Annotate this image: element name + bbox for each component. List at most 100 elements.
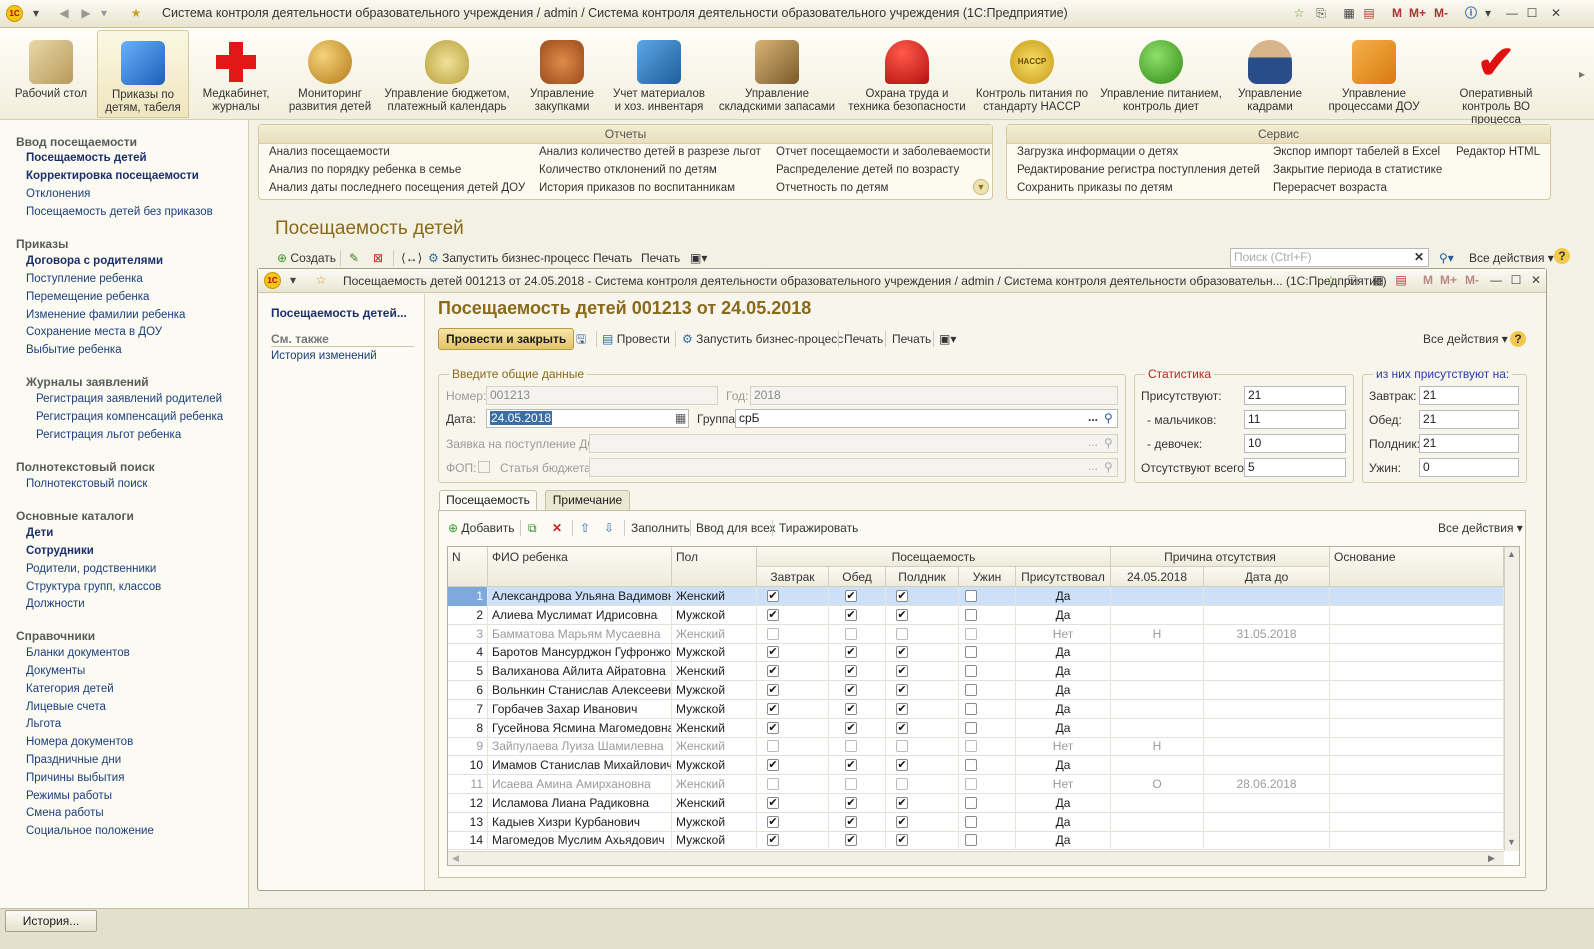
scroll-left-icon[interactable]: ◀ <box>452 853 459 864</box>
table-checkbox[interactable]: ✔ <box>896 796 908 809</box>
table-checkbox[interactable]: ✔ <box>845 590 857 602</box>
request-field[interactable] <box>589 434 1118 453</box>
replicate-button[interactable]: Тиражировать <box>779 518 858 538</box>
scroll-up-icon[interactable]: ▲ <box>1507 549 1516 559</box>
create-button[interactable]: ⊕ Создать <box>277 248 336 268</box>
doc-run-bp-button[interactable]: ⚙ Запустить бизнес-процесс <box>682 329 843 349</box>
date-field[interactable]: 24.05.2018 <box>486 409 689 428</box>
fop-checkbox[interactable] <box>478 461 490 473</box>
report-link[interactable]: Отчет посещаемости и заболеваемости <box>776 146 990 158</box>
nav-item[interactable]: Посещаемость детей без приказов <box>26 206 213 218</box>
table-checkbox[interactable] <box>965 778 977 790</box>
doc-logo-icon[interactable]: 1С <box>264 272 281 289</box>
budget-field[interactable] <box>589 458 1118 477</box>
memory-plus-button[interactable]: M+ <box>1409 5 1426 22</box>
search-clear-icon[interactable]: ✕ <box>1414 247 1424 267</box>
table-checkbox[interactable]: ✔ <box>896 759 908 772</box>
table-checkbox[interactable] <box>965 759 977 772</box>
col-date-header[interactable]: 24.05.2018 <box>1111 567 1204 587</box>
nav-item[interactable]: Смена работы <box>26 807 104 819</box>
table-row[interactable]: 7 Горбачев Захар Иванович Мужской ✔ ✔ ✔ Да <box>448 699 1504 719</box>
group-select-button[interactable]: ... <box>1088 409 1098 428</box>
table-checkbox[interactable] <box>965 815 977 828</box>
doc-nav-current[interactable]: Посещаемость детей... <box>271 306 407 320</box>
maximize-icon[interactable]: ☐ <box>1524 5 1540 22</box>
tab-notes[interactable]: Примечание <box>545 490 630 510</box>
edit-icon[interactable]: ✎ <box>349 248 359 268</box>
horizontal-scrollbar[interactable]: ◀ ▶ <box>448 851 1504 865</box>
table-row[interactable]: 3 Бамматова Марьям Мусаевна Женский Нет Н 31.… <box>448 624 1504 644</box>
doc-maximize-icon[interactable]: ☐ <box>1508 272 1524 289</box>
history-link[interactable]: История изменений <box>271 350 377 362</box>
table-checkbox[interactable]: ✔ <box>896 590 908 602</box>
table-checkbox[interactable]: ✔ <box>767 646 779 659</box>
section-monitoring[interactable]: Мониторинг развития детей <box>284 30 376 118</box>
nav-item[interactable]: Праздничные дни <box>26 754 121 766</box>
table-checkbox[interactable] <box>896 740 908 753</box>
table-checkbox[interactable]: ✔ <box>896 608 908 621</box>
table-checkbox[interactable] <box>767 740 779 753</box>
table-checkbox[interactable] <box>845 740 857 753</box>
table-checkbox[interactable]: ✔ <box>845 665 857 678</box>
doc-menu-icon[interactable]: ▾ <box>285 272 301 289</box>
col-present-header[interactable]: Присутствовал <box>1016 567 1111 587</box>
nav-item[interactable]: Бланки документов <box>26 647 130 659</box>
table-checkbox[interactable]: ✔ <box>845 815 857 828</box>
menu-dropdown-icon[interactable]: ▾ <box>28 5 44 22</box>
table-checkbox[interactable]: ✔ <box>845 702 857 715</box>
calendar-picker-icon[interactable]: ▦ <box>675 409 686 428</box>
table-row[interactable]: 14 Магомедов Муслим Ахьядович Мужской ✔ ✔ ✔ Да <box>448 831 1504 851</box>
table-row[interactable]: 6 Вольнкин Станислав Алексеевич Мужской ✔ ✔ ✔… <box>448 681 1504 700</box>
doc-print-button[interactable]: Печать <box>844 329 883 349</box>
table-checkbox[interactable]: ✔ <box>896 665 908 678</box>
table-checkbox[interactable]: ✔ <box>896 702 908 715</box>
nav-item[interactable]: Категория детей <box>26 683 114 695</box>
nav-item[interactable]: Сотрудники <box>26 545 94 557</box>
table-checkbox[interactable] <box>845 627 857 640</box>
service-link[interactable]: Редактор HTML <box>1456 146 1540 158</box>
present-field[interactable]: 21 <box>1244 386 1346 405</box>
dinner-field[interactable]: 0 <box>1419 458 1519 477</box>
section-haccp[interactable]: HACCP Контроль питания по стандарту HACC… <box>974 30 1090 118</box>
nav-item[interactable]: Регистрация льгот ребенка <box>36 429 181 441</box>
section-control[interactable]: ✔ Оперативный контроль ВО процесса <box>1436 30 1556 126</box>
delete-row-icon[interactable]: ✕ <box>552 518 562 538</box>
table-row[interactable]: 9 Зайпулаева Луиза Шамилевна Женский Нет Н <box>448 737 1504 757</box>
forward-arrow-icon[interactable]: ▶ <box>78 5 94 22</box>
scroll-right-icon[interactable]: ▶ <box>1488 853 1495 864</box>
vertical-scrollbar[interactable]: ▲ ▼ <box>1504 547 1519 851</box>
input-all-button[interactable]: Ввод для всех <box>696 518 775 538</box>
export-dropdown-icon[interactable]: ▣▾ <box>690 248 707 268</box>
table-checkbox[interactable]: ✔ <box>767 608 779 621</box>
nav-item[interactable]: Договора с родителями <box>26 255 163 267</box>
table-checkbox[interactable] <box>965 796 977 809</box>
nav-item[interactable]: Структура групп, классов <box>26 581 161 593</box>
col-dinner-header[interactable]: Ужин <box>959 567 1016 587</box>
nav-item[interactable]: Отклонения <box>26 188 90 200</box>
lunch-field[interactable]: 21 <box>1419 410 1519 429</box>
table-row[interactable]: 10 Имамов Станислав Михайлович Мужской ✔ ✔ ✔ Д… <box>448 756 1504 776</box>
report-link[interactable]: Анализ количество детей в разрезе льгот <box>539 146 761 158</box>
table-checkbox[interactable]: ✔ <box>845 796 857 809</box>
nav-item[interactable]: Льгота <box>26 718 61 730</box>
post-and-close-button[interactable]: Провести и закрыть <box>438 328 575 350</box>
table-checkbox[interactable]: ✔ <box>767 665 779 678</box>
post-button[interactable]: ▤ Провести <box>602 329 670 349</box>
group-field[interactable]: срБ <box>735 409 1118 428</box>
doc-minimize-icon[interactable]: — <box>1488 272 1504 289</box>
doc-close-icon[interactable]: ✕ <box>1528 272 1544 289</box>
scroll-right-icon[interactable]: ▸ <box>1574 66 1590 83</box>
nav-item[interactable]: Выбытие ребенка <box>26 344 122 356</box>
snack-field[interactable]: 21 <box>1419 434 1519 453</box>
copy-row-icon[interactable]: ⧉ <box>528 518 537 538</box>
nav-item[interactable]: Лицевые счета <box>26 701 106 713</box>
report-link[interactable]: История приказов по воспитанникам <box>539 182 735 194</box>
expand-reports-icon[interactable]: ▼ <box>973 179 989 195</box>
service-link[interactable]: Закрытие периода в статистике <box>1273 164 1442 176</box>
move-down-icon[interactable]: ⇩ <box>604 518 614 538</box>
service-link[interactable]: Загрузка информации о детях <box>1017 146 1178 158</box>
table-checkbox[interactable]: ✔ <box>845 608 857 621</box>
table-row[interactable]: 1 Александрова Ульяна Вадимовна Женский ✔ ✔ ✔… <box>448 587 1504 606</box>
delete-icon[interactable]: ⊠ <box>373 248 383 268</box>
section-orders[interactable]: Приказы по детям, табеля <box>97 30 189 118</box>
